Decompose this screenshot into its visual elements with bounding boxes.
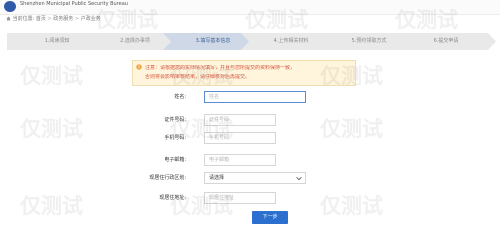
phone-input[interactable] <box>204 132 276 144</box>
notice-line-2: 否则将会影响审核结果，请仔细核对后再提交。 <box>145 74 251 80</box>
district-select[interactable]: 请选择 <box>204 172 306 184</box>
address-input[interactable] <box>204 192 276 204</box>
watermark-text: 仅测试 <box>320 194 383 218</box>
org-name: Shenzhen Municipal Public Security Burea… <box>20 1 128 7</box>
watermark-text: 仅测试 <box>320 117 383 141</box>
email-input[interactable] <box>204 154 276 166</box>
breadcrumb-home[interactable]: 首页 <box>36 16 46 22</box>
id-number-input[interactable] <box>204 114 276 126</box>
page: Shenzhen Municipal Public Security Burea… <box>0 0 500 250</box>
breadcrumb-section[interactable]: 政务服务 <box>53 16 73 22</box>
email-label: 电子邮箱: <box>164 157 186 163</box>
breadcrumb-separator: > <box>74 16 80 22</box>
warning-icon <box>136 64 142 70</box>
top-header: Shenzhen Municipal Public Security Burea… <box>0 0 500 15</box>
chevron-down-icon <box>296 177 302 181</box>
watermark-text: 仅测试 <box>20 117 83 141</box>
notice-line-1: 注意：请根据您的实际情况填写，并且与您所提交的资料保持一致， <box>145 65 296 71</box>
watermark-text: 仅测试 <box>20 64 83 88</box>
home-icon <box>6 16 11 21</box>
breadcrumb: 当前位置: 首页 > 政务服务 > 户政业务 <box>6 16 101 23</box>
next-step-button[interactable]: 下一步 <box>252 211 288 224</box>
watermark-text: 仅测试 <box>20 194 83 218</box>
name-input[interactable] <box>204 91 306 103</box>
notice-box: 注意：请根据您的实际情况填写，并且与您所提交的资料保持一致， 否则将会影响审核结… <box>132 60 356 86</box>
address-label: 现居住地址: <box>159 195 186 201</box>
id-number-label: 证件号码: <box>164 117 186 123</box>
name-label: 姓名: <box>174 94 186 100</box>
breadcrumb-separator: > <box>47 16 52 22</box>
step-6: 6.提交申请 <box>396 33 496 50</box>
police-logo-icon <box>4 1 16 12</box>
breadcrumb-prefix: 当前位置: <box>12 16 35 22</box>
progress-steps: 1.阅读须知 2.选择办事项 3.填写基本信息 4.上传相关材料 5.预约领取方… <box>7 33 496 50</box>
breadcrumb-page[interactable]: 户政业务 <box>81 16 101 22</box>
district-selected-value: 请选择 <box>209 175 225 181</box>
phone-label: 手机号码: <box>164 135 186 141</box>
district-label: 现居住行政区划: <box>149 175 186 181</box>
